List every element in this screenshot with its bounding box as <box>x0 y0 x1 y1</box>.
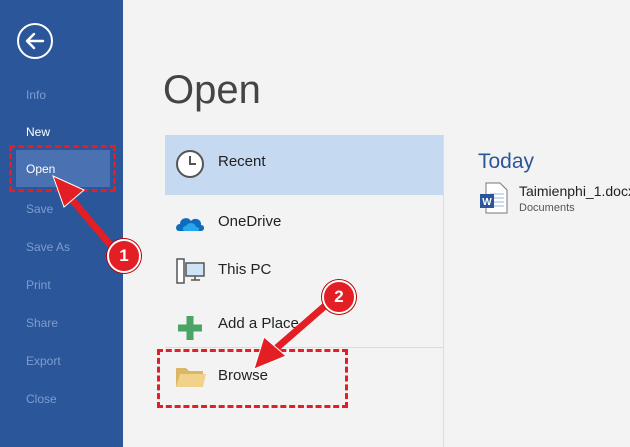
arrow-2 <box>253 301 330 370</box>
annotation-arrows <box>52 175 330 370</box>
arrow-1 <box>52 175 117 252</box>
step-callout-1: 1 <box>107 239 141 273</box>
step-callout-2: 2 <box>322 280 356 314</box>
